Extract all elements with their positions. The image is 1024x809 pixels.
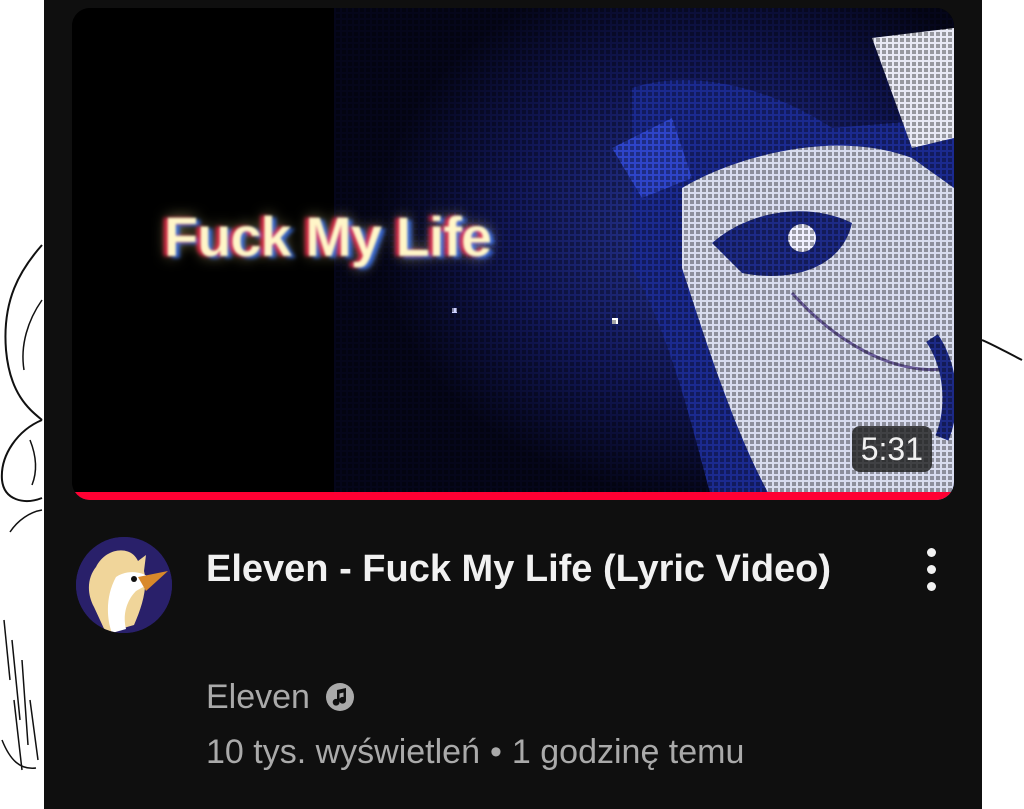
channel-avatar[interactable] bbox=[76, 537, 172, 633]
video-card: Fuck My Life 5:31 Eleven - Fuck My Life … bbox=[44, 0, 982, 809]
channel-row: Eleven bbox=[206, 675, 354, 719]
left-sketch-doodle bbox=[0, 244, 43, 771]
video-metadata: 10 tys. wyświetleń • 1 godzinę temu bbox=[206, 730, 744, 774]
thumbnail-title-text: Fuck My Life bbox=[164, 205, 492, 268]
duration-badge: 5:31 bbox=[851, 426, 932, 472]
more-options-dot-icon bbox=[927, 565, 936, 574]
watch-progress-bar bbox=[72, 492, 954, 500]
watch-progress-fill bbox=[72, 492, 954, 500]
more-options-button[interactable] bbox=[916, 540, 948, 600]
music-note-icon bbox=[325, 683, 354, 711]
more-options-dot-icon bbox=[927, 582, 936, 591]
right-sketch-doodle bbox=[982, 339, 1023, 361]
video-title[interactable]: Eleven - Fuck My Life (Lyric Video) bbox=[206, 540, 886, 598]
video-thumbnail[interactable]: Fuck My Life 5:31 bbox=[72, 8, 954, 500]
view-count: 10 tys. wyświetleń bbox=[206, 733, 480, 771]
channel-name[interactable]: Eleven bbox=[206, 678, 310, 717]
more-options-dot-icon bbox=[927, 548, 936, 557]
avatar-bird-icon bbox=[76, 537, 172, 633]
metadata-separator: • bbox=[490, 733, 502, 771]
publish-time: 1 godzinę temu bbox=[511, 733, 745, 771]
